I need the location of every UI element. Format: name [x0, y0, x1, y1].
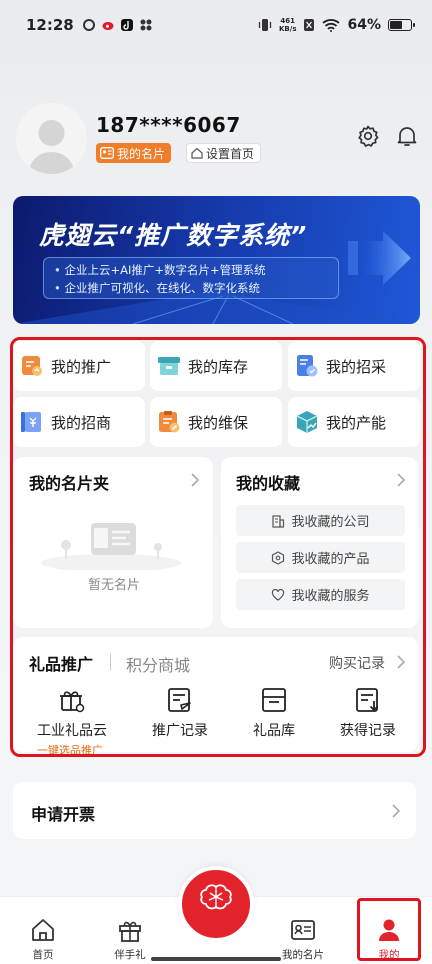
highlight-frame	[10, 337, 426, 757]
center-tab-label: 推广大脑	[195, 942, 237, 954]
sim-off-icon	[304, 19, 315, 31]
wifi-icon	[322, 19, 341, 32]
promo-banner[interactable]: 虎翅云“推广数字系统” 企业上云+AI推广+数字名片+管理系统 企业推广可视化、…	[13, 196, 420, 324]
battery-percent: 64%	[347, 17, 381, 33]
status-bar: 12:28 461 KB/s 64%	[0, 0, 432, 50]
tab-home[interactable]: 首页	[3, 897, 83, 962]
vibrate-icon	[258, 19, 272, 31]
tab-home-label: 首页	[32, 949, 54, 961]
home-indicator	[151, 957, 281, 961]
chevron-right-icon	[392, 804, 401, 818]
banner-line-1: 企业上云+AI推广+数字名片+管理系统	[54, 261, 328, 279]
set-homepage-button[interactable]: 设置首页	[186, 143, 262, 163]
apply-invoice-label: 申请开票	[31, 805, 96, 824]
brain-icon	[200, 884, 232, 910]
highlight-tab-frame	[357, 898, 421, 961]
banner-title: 虎翅云“推广数字系统”	[39, 221, 308, 250]
network-speed: 461 KB/s	[279, 17, 297, 33]
app-notification-icon	[82, 19, 95, 31]
settings-icon[interactable]	[356, 124, 380, 148]
weibo-icon	[102, 22, 114, 30]
notification-icons	[82, 18, 153, 32]
my-card-label: 我的名片	[117, 146, 166, 161]
avatar-placeholder-icon	[16, 103, 87, 174]
battery-icon	[388, 19, 415, 31]
my-card-button[interactable]: 我的名片	[96, 143, 172, 163]
bell-icon[interactable]	[395, 124, 419, 148]
home-outline-icon	[191, 147, 203, 159]
home-icon	[32, 919, 54, 941]
flower-icon	[140, 19, 152, 31]
card-icon	[100, 147, 114, 159]
promotion-brain-button[interactable]	[178, 866, 254, 942]
user-phone: 187****6067	[96, 113, 241, 137]
tab-gift[interactable]: 伴手礼	[90, 897, 170, 962]
tiktok-icon	[120, 19, 133, 31]
apply-invoice-row[interactable]: 申请开票	[13, 782, 416, 839]
set-homepage-label: 设置首页	[206, 146, 255, 161]
banner-features: 企业上云+AI推广+数字名片+管理系统 企业推广可视化、在线化、数字化系统	[43, 257, 339, 299]
tab-my-card[interactable]: 我的名片	[263, 897, 343, 962]
id-card-icon	[291, 920, 315, 940]
avatar[interactable]	[16, 103, 87, 174]
gift-icon	[119, 921, 141, 942]
banner-line-2: 企业推广可视化、在线化、数字化系统	[54, 279, 328, 297]
status-time: 12:28	[26, 16, 74, 34]
